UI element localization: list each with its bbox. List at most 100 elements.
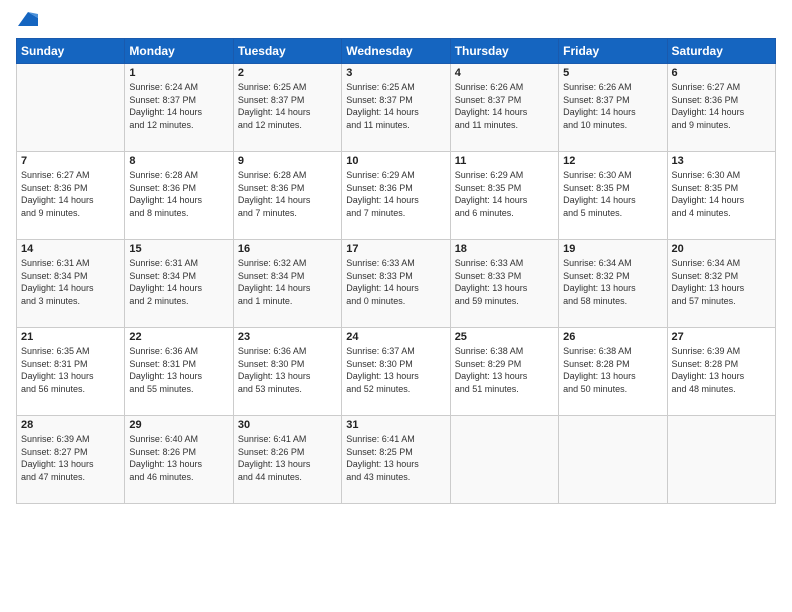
- day-number: 28: [21, 419, 120, 431]
- calendar-cell: [667, 416, 775, 504]
- cell-content: Sunrise: 6:33 AM Sunset: 8:33 PM Dayligh…: [455, 257, 554, 307]
- day-number: 29: [129, 419, 228, 431]
- day-number: 21: [21, 331, 120, 343]
- calendar-body: 1 Sunrise: 6:24 AM Sunset: 8:37 PM Daylig…: [17, 64, 776, 504]
- day-number: 25: [455, 331, 554, 343]
- day-number: 7: [21, 155, 120, 167]
- day-number: 26: [563, 331, 662, 343]
- cell-content: Sunrise: 6:34 AM Sunset: 8:32 PM Dayligh…: [563, 257, 662, 307]
- calendar-cell: 5Sunrise: 6:26 AM Sunset: 8:37 PM Daylig…: [559, 64, 667, 152]
- calendar-cell: 28Sunrise: 6:39 AM Sunset: 8:27 PM Dayli…: [17, 416, 125, 504]
- calendar-cell: 26Sunrise: 6:38 AM Sunset: 8:28 PM Dayli…: [559, 328, 667, 416]
- weekday-header-cell: Friday: [559, 39, 667, 64]
- calendar-cell: 11 Sunrise: 6:29 AM Sunset: 8:35 PM Dayli…: [450, 152, 558, 240]
- cell-content: Sunrise: 6:29 AM Sunset: 8:36 PM Dayligh…: [346, 169, 445, 219]
- day-number: 9: [238, 155, 337, 167]
- page: SundayMondayTuesdayWednesdayThursdayFrid…: [0, 0, 792, 612]
- cell-content: Sunrise: 6:36 AM Sunset: 8:31 PM Dayligh…: [129, 345, 228, 395]
- weekday-header-cell: Thursday: [450, 39, 558, 64]
- calendar-table: SundayMondayTuesdayWednesdayThursdayFrid…: [16, 38, 776, 504]
- calendar-cell: [559, 416, 667, 504]
- calendar-cell: 4 Sunrise: 6:26 AM Sunset: 8:37 PM Daylig…: [450, 64, 558, 152]
- day-number: 6: [672, 67, 771, 79]
- calendar-cell: 30Sunrise: 6:41 AM Sunset: 8:26 PM Dayli…: [233, 416, 341, 504]
- calendar-week-row: 1 Sunrise: 6:24 AM Sunset: 8:37 PM Daylig…: [17, 64, 776, 152]
- calendar-cell: 6 Sunrise: 6:27 AM Sunset: 8:36 PM Daylig…: [667, 64, 775, 152]
- day-number: 18: [455, 243, 554, 255]
- day-number: 8: [129, 155, 228, 167]
- calendar-cell: 12 Sunrise: 6:30 AM Sunset: 8:35 PM Dayli…: [559, 152, 667, 240]
- day-number: 27: [672, 331, 771, 343]
- calendar-cell: 9 Sunrise: 6:28 AM Sunset: 8:36 PM Daylig…: [233, 152, 341, 240]
- weekday-header-cell: Monday: [125, 39, 233, 64]
- day-number: 3: [346, 67, 445, 79]
- calendar-cell: 22 Sunrise: 6:36 AM Sunset: 8:31 PM Dayli…: [125, 328, 233, 416]
- day-number: 15: [129, 243, 228, 255]
- calendar-cell: 8 Sunrise: 6:28 AM Sunset: 8:36 PM Daylig…: [125, 152, 233, 240]
- calendar-week-row: 28Sunrise: 6:39 AM Sunset: 8:27 PM Dayli…: [17, 416, 776, 504]
- calendar-cell: 17 Sunrise: 6:33 AM Sunset: 8:33 PM Dayli…: [342, 240, 450, 328]
- header: [16, 16, 776, 28]
- cell-content: Sunrise: 6:30 AM Sunset: 8:35 PM Dayligh…: [672, 169, 771, 219]
- cell-content: Sunrise: 6:27 AM Sunset: 8:36 PM Dayligh…: [672, 81, 771, 131]
- cell-content: Sunrise: 6:26 AM Sunset: 8:37 PM Dayligh…: [455, 81, 554, 131]
- calendar-cell: 1 Sunrise: 6:24 AM Sunset: 8:37 PM Daylig…: [125, 64, 233, 152]
- calendar-week-row: 21 Sunrise: 6:35 AM Sunset: 8:31 PM Dayli…: [17, 328, 776, 416]
- cell-content: Sunrise: 6:27 AM Sunset: 8:36 PM Dayligh…: [21, 169, 120, 219]
- weekday-header-cell: Tuesday: [233, 39, 341, 64]
- day-number: 16: [238, 243, 337, 255]
- calendar-cell: 18 Sunrise: 6:33 AM Sunset: 8:33 PM Dayli…: [450, 240, 558, 328]
- cell-content: Sunrise: 6:29 AM Sunset: 8:35 PM Dayligh…: [455, 169, 554, 219]
- cell-content: Sunrise: 6:24 AM Sunset: 8:37 PM Dayligh…: [129, 81, 228, 131]
- calendar-cell: 14 Sunrise: 6:31 AM Sunset: 8:34 PM Dayli…: [17, 240, 125, 328]
- cell-content: Sunrise: 6:28 AM Sunset: 8:36 PM Dayligh…: [238, 169, 337, 219]
- calendar-cell: 20 Sunrise: 6:34 AM Sunset: 8:32 PM Dayli…: [667, 240, 775, 328]
- cell-content: Sunrise: 6:25 AM Sunset: 8:37 PM Dayligh…: [238, 81, 337, 131]
- cell-content: Sunrise: 6:31 AM Sunset: 8:34 PM Dayligh…: [129, 257, 228, 307]
- day-number: 4: [455, 67, 554, 79]
- calendar-cell: 24 Sunrise: 6:37 AM Sunset: 8:30 PM Dayli…: [342, 328, 450, 416]
- calendar-cell: 23 Sunrise: 6:36 AM Sunset: 8:30 PM Dayli…: [233, 328, 341, 416]
- cell-content: Sunrise: 6:39 AM Sunset: 8:28 PM Dayligh…: [672, 345, 771, 395]
- day-number: 17: [346, 243, 445, 255]
- cell-content: Sunrise: 6:34 AM Sunset: 8:32 PM Dayligh…: [672, 257, 771, 307]
- day-number: 14: [21, 243, 120, 255]
- cell-content: Sunrise: 6:41 AM Sunset: 8:26 PM Dayligh…: [238, 433, 337, 483]
- cell-content: Sunrise: 6:30 AM Sunset: 8:35 PM Dayligh…: [563, 169, 662, 219]
- calendar-cell: 25 Sunrise: 6:38 AM Sunset: 8:29 PM Dayli…: [450, 328, 558, 416]
- day-number: 31: [346, 419, 445, 431]
- weekday-header-cell: Sunday: [17, 39, 125, 64]
- day-number: 20: [672, 243, 771, 255]
- day-number: 12: [563, 155, 662, 167]
- calendar-cell: 19 Sunrise: 6:34 AM Sunset: 8:32 PM Dayli…: [559, 240, 667, 328]
- cell-content: Sunrise: 6:28 AM Sunset: 8:36 PM Dayligh…: [129, 169, 228, 219]
- day-number: 24: [346, 331, 445, 343]
- day-number: 11: [455, 155, 554, 167]
- calendar-cell: 15 Sunrise: 6:31 AM Sunset: 8:34 PM Dayli…: [125, 240, 233, 328]
- cell-content: Sunrise: 6:36 AM Sunset: 8:30 PM Dayligh…: [238, 345, 337, 395]
- day-number: 19: [563, 243, 662, 255]
- calendar-cell: 29 Sunrise: 6:40 AM Sunset: 8:26 PM Dayli…: [125, 416, 233, 504]
- cell-content: Sunrise: 6:41 AM Sunset: 8:25 PM Dayligh…: [346, 433, 445, 483]
- cell-content: Sunrise: 6:37 AM Sunset: 8:30 PM Dayligh…: [346, 345, 445, 395]
- cell-content: Sunrise: 6:40 AM Sunset: 8:26 PM Dayligh…: [129, 433, 228, 483]
- calendar-cell: 21 Sunrise: 6:35 AM Sunset: 8:31 PM Dayli…: [17, 328, 125, 416]
- day-number: 22: [129, 331, 228, 343]
- cell-content: Sunrise: 6:31 AM Sunset: 8:34 PM Dayligh…: [21, 257, 120, 307]
- day-number: 1: [129, 67, 228, 79]
- calendar-week-row: 7 Sunrise: 6:27 AM Sunset: 8:36 PM Daylig…: [17, 152, 776, 240]
- cell-content: Sunrise: 6:25 AM Sunset: 8:37 PM Dayligh…: [346, 81, 445, 131]
- day-number: 23: [238, 331, 337, 343]
- cell-content: Sunrise: 6:33 AM Sunset: 8:33 PM Dayligh…: [346, 257, 445, 307]
- day-number: 10: [346, 155, 445, 167]
- calendar-cell: 7 Sunrise: 6:27 AM Sunset: 8:36 PM Daylig…: [17, 152, 125, 240]
- weekday-header-cell: Saturday: [667, 39, 775, 64]
- cell-content: Sunrise: 6:38 AM Sunset: 8:29 PM Dayligh…: [455, 345, 554, 395]
- cell-content: Sunrise: 6:26 AM Sunset: 8:37 PM Dayligh…: [563, 81, 662, 131]
- weekday-header-cell: Wednesday: [342, 39, 450, 64]
- cell-content: Sunrise: 6:35 AM Sunset: 8:31 PM Dayligh…: [21, 345, 120, 395]
- weekday-header-row: SundayMondayTuesdayWednesdayThursdayFrid…: [17, 39, 776, 64]
- calendar-week-row: 14 Sunrise: 6:31 AM Sunset: 8:34 PM Dayli…: [17, 240, 776, 328]
- calendar-cell: 2Sunrise: 6:25 AM Sunset: 8:37 PM Daylig…: [233, 64, 341, 152]
- logo-icon: [18, 12, 38, 28]
